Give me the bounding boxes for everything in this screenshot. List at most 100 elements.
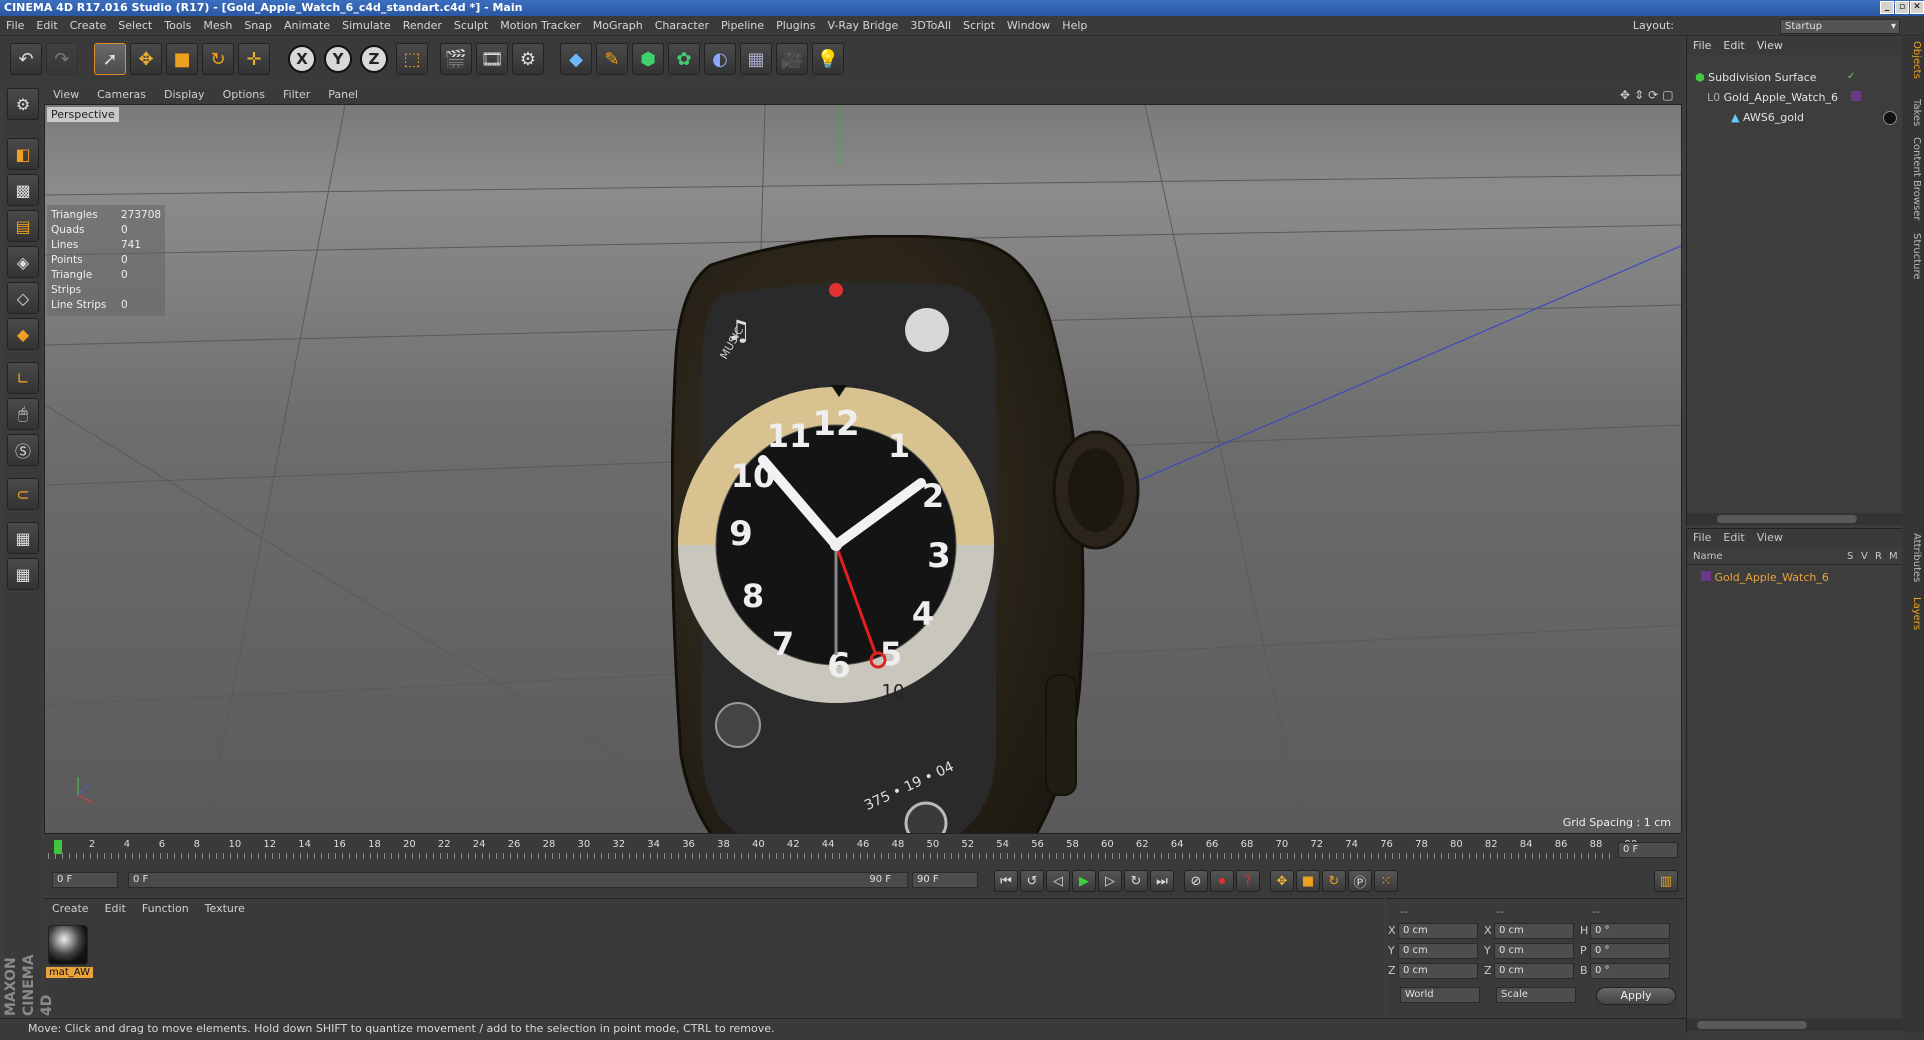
position-key-button[interactable]: ✥ bbox=[1270, 870, 1294, 892]
menu-v-ray-bridge[interactable]: V-Ray Bridge bbox=[821, 16, 904, 36]
timeline-ruler[interactable]: 0246810121416182022242628303234363840424… bbox=[44, 836, 1684, 862]
model-mode-button[interactable]: ◧ bbox=[7, 138, 39, 170]
menu-character[interactable]: Character bbox=[649, 16, 715, 36]
layer-item[interactable]: Gold_Apple_Watch_6 bbox=[1701, 571, 1829, 584]
go-to-start-button[interactable]: ⏮ bbox=[994, 870, 1018, 892]
current-frame-field[interactable]: 0 F bbox=[1618, 842, 1678, 858]
object-item-aws6[interactable]: ▲ AWS6_gold bbox=[1731, 111, 1804, 124]
select-tool-button[interactable]: ➚ bbox=[94, 43, 126, 75]
object-menu-file[interactable]: File bbox=[1687, 37, 1717, 55]
cube-button[interactable]: ◆ bbox=[560, 43, 592, 75]
light-button[interactable]: 💡 bbox=[812, 43, 844, 75]
parameter-key-button[interactable]: Ⓟ bbox=[1348, 870, 1372, 892]
z-axis-button[interactable]: Z bbox=[360, 45, 388, 73]
floor-button[interactable]: ▦ bbox=[740, 43, 772, 75]
coord-field[interactable]: 0 cm bbox=[1494, 923, 1574, 939]
start-frame-field[interactable]: 0 F bbox=[52, 872, 118, 888]
tweak-mode-button[interactable]: 🖱 bbox=[7, 398, 39, 430]
menu-file[interactable]: File bbox=[0, 16, 30, 36]
coordinate-system-button[interactable]: ⬚ bbox=[396, 43, 428, 75]
deformer-button[interactable]: ◐ bbox=[704, 43, 736, 75]
redo-button[interactable]: ↷ bbox=[46, 43, 78, 75]
material-menu-function[interactable]: Function bbox=[134, 899, 197, 919]
scale-tool-button[interactable]: ■ bbox=[166, 43, 198, 75]
tab-content-browser[interactable]: Content Browser bbox=[1904, 137, 1922, 220]
menu-create[interactable]: Create bbox=[64, 16, 113, 36]
material-thumbnail[interactable] bbox=[48, 925, 88, 965]
playhead[interactable] bbox=[54, 840, 62, 854]
layout-select[interactable]: Startup ▾ bbox=[1780, 19, 1900, 34]
scale-key-button[interactable]: ■ bbox=[1296, 870, 1320, 892]
subdivision-button[interactable]: ⬢ bbox=[632, 43, 664, 75]
menu-edit[interactable]: Edit bbox=[30, 16, 63, 36]
make-editable-button[interactable]: ⚙ bbox=[7, 88, 39, 120]
lock-workplane-button[interactable]: ▦ bbox=[7, 522, 39, 554]
axis-mode-button[interactable]: ∟ bbox=[7, 362, 39, 394]
menu-snap[interactable]: Snap bbox=[238, 16, 278, 36]
viewport-nav-icons[interactable]: ✥⇕⟳▢ bbox=[1620, 88, 1678, 102]
next-key-button[interactable]: ↻ bbox=[1124, 870, 1148, 892]
menu-tools[interactable]: Tools bbox=[158, 16, 197, 36]
apply-button[interactable]: Apply bbox=[1596, 987, 1676, 1005]
tab-layers[interactable]: Layers bbox=[1904, 597, 1922, 630]
menu-3dtoall[interactable]: 3DToAll bbox=[904, 16, 957, 36]
end-frame-field[interactable]: 90 F bbox=[912, 872, 978, 888]
y-axis-button[interactable]: Y bbox=[324, 45, 352, 73]
points-mode-button[interactable]: ◈ bbox=[7, 246, 39, 278]
render-settings-button[interactable]: ⚙ bbox=[512, 43, 544, 75]
cloner-button[interactable]: ✿ bbox=[668, 43, 700, 75]
coord-field[interactable]: 0 cm bbox=[1398, 943, 1478, 959]
workplane-mode-button[interactable]: ▤ bbox=[7, 210, 39, 242]
object-menu-view[interactable]: View bbox=[1751, 37, 1789, 55]
previous-frame-button[interactable]: ◁ bbox=[1046, 870, 1070, 892]
viewport-menu-filter[interactable]: Filter bbox=[274, 86, 319, 104]
coord-field[interactable]: 0 cm bbox=[1494, 963, 1574, 979]
render-view-button[interactable]: 🎬 bbox=[440, 43, 472, 75]
minimize-button[interactable]: _ bbox=[1880, 1, 1894, 14]
x-axis-button[interactable]: X bbox=[288, 45, 316, 73]
menu-script[interactable]: Script bbox=[957, 16, 1001, 36]
coord-field[interactable]: 0 cm bbox=[1494, 943, 1574, 959]
world-select[interactable]: World bbox=[1400, 987, 1480, 1003]
render-picture-viewer-button[interactable]: 🎞 bbox=[476, 43, 508, 75]
tab-objects[interactable]: Objects bbox=[1904, 41, 1922, 79]
texture-mode-button[interactable]: ▩ bbox=[7, 174, 39, 206]
menu-simulate[interactable]: Simulate bbox=[336, 16, 397, 36]
undo-button[interactable]: ↶ bbox=[10, 43, 42, 75]
coord-field[interactable]: 0 cm bbox=[1398, 963, 1478, 979]
coord-field[interactable]: 0 ° bbox=[1590, 923, 1670, 939]
close-button[interactable]: ✕ bbox=[1910, 1, 1924, 14]
object-scrollbar[interactable] bbox=[1687, 513, 1903, 525]
menu-mesh[interactable]: Mesh bbox=[197, 16, 238, 36]
tab-structure[interactable]: Structure bbox=[1904, 233, 1922, 280]
viewport-menu-options[interactable]: Options bbox=[214, 86, 274, 104]
object-item-watch[interactable]: L0 Gold_Apple_Watch_6 bbox=[1707, 91, 1838, 104]
viewport-menu-display[interactable]: Display bbox=[155, 86, 214, 104]
autokey-button[interactable]: ⏺ bbox=[1210, 870, 1234, 892]
check-icon[interactable]: ✓ bbox=[1847, 71, 1855, 82]
snap-button[interactable]: Ⓢ bbox=[7, 434, 39, 466]
object-menu-edit[interactable]: Edit bbox=[1717, 37, 1750, 55]
tab-takes[interactable]: Takes bbox=[1904, 99, 1922, 126]
viewport-menu-panel[interactable]: Panel bbox=[319, 86, 367, 104]
material-menu-create[interactable]: Create bbox=[44, 899, 97, 919]
polygons-mode-button[interactable]: ◆ bbox=[7, 318, 39, 350]
menu-animate[interactable]: Animate bbox=[278, 16, 336, 36]
scale-select[interactable]: Scale bbox=[1496, 987, 1576, 1003]
viewport-menu-cameras[interactable]: Cameras bbox=[88, 86, 155, 104]
viewport-menu-view[interactable]: View bbox=[44, 86, 88, 104]
layer-menu-edit[interactable]: Edit bbox=[1717, 529, 1750, 547]
keyframe-selection-button[interactable]: ? bbox=[1236, 870, 1260, 892]
point-level-button[interactable]: ⁙ bbox=[1374, 870, 1398, 892]
play-button[interactable]: ▶ bbox=[1072, 870, 1096, 892]
rotation-key-button[interactable]: ↻ bbox=[1322, 870, 1346, 892]
layer-scrollbar[interactable] bbox=[1687, 1019, 1903, 1031]
coord-field[interactable]: 0 ° bbox=[1590, 963, 1670, 979]
edges-mode-button[interactable]: ◇ bbox=[7, 282, 39, 314]
magnet-button[interactable]: ⊂ bbox=[7, 478, 39, 510]
layer-menu-file[interactable]: File bbox=[1687, 529, 1717, 547]
menu-pipeline[interactable]: Pipeline bbox=[715, 16, 770, 36]
go-to-end-button[interactable]: ⏭ bbox=[1150, 870, 1174, 892]
coord-field[interactable]: 0 cm bbox=[1398, 923, 1478, 939]
menu-window[interactable]: Window bbox=[1001, 16, 1056, 36]
